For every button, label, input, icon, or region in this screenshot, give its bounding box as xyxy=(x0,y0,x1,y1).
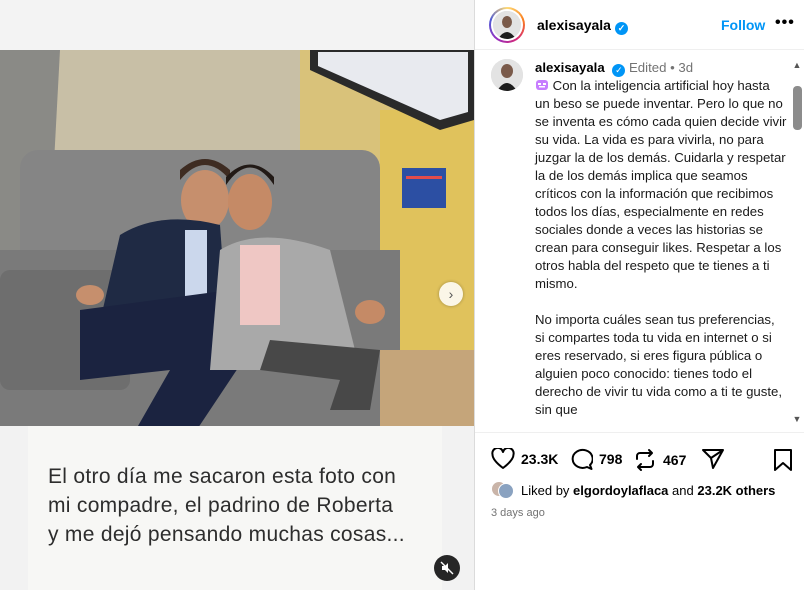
author-avatar[interactable] xyxy=(489,7,525,43)
post-header: alexisayala ✓ Follow ••• xyxy=(475,0,804,50)
caption-line: y me dejó pensando muchas cosas... xyxy=(48,523,405,546)
bookmark-icon xyxy=(774,449,792,471)
verified-badge-icon: ✓ xyxy=(614,22,628,35)
scrollbar-thumb[interactable] xyxy=(793,86,802,130)
liked-by-prefix: Liked by xyxy=(521,482,570,498)
liker-avatars[interactable] xyxy=(491,481,515,499)
repost-icon xyxy=(636,449,654,471)
like-button[interactable]: 23.3K xyxy=(491,448,558,470)
like-count: 23.3K xyxy=(521,451,559,467)
caption-paragraph-1: alexisayala ✓ Edited • 3d Con la intelig… xyxy=(535,59,787,293)
mute-button[interactable] xyxy=(434,555,460,581)
liked-by-user[interactable]: elgordoylaflaca xyxy=(573,483,668,498)
caption-comment: alexisayala ✓ Edited • 3d Con la intelig… xyxy=(535,59,787,419)
comment-age[interactable]: 3d xyxy=(678,60,693,75)
repost-count: 467 xyxy=(663,452,687,468)
post-photo[interactable] xyxy=(0,50,474,426)
media-pane: › El otro día me sacaron esta foto con m… xyxy=(0,0,474,590)
author-username[interactable]: alexisayala ✓ xyxy=(537,17,628,35)
comments-area: alexisayala ✓ Edited • 3d Con la intelig… xyxy=(475,51,804,432)
comments-scrollbar[interactable]: ▲ ▼ xyxy=(791,60,803,428)
comment-author-avatar[interactable] xyxy=(491,59,523,91)
more-options-icon[interactable]: ••• xyxy=(775,14,795,32)
meta-separator: • xyxy=(670,60,675,75)
liked-by-others[interactable]: 23.2K others xyxy=(697,483,775,498)
author-username-text: alexisayala xyxy=(537,17,611,33)
scroll-up-arrow-icon[interactable]: ▲ xyxy=(791,60,803,70)
save-button[interactable] xyxy=(773,449,793,476)
caption-paragraph-2: No importa cuáles sean tus preferencias,… xyxy=(535,312,783,417)
speaker-muted-icon xyxy=(440,561,454,575)
post-actions: 23.3K 798 467 Liked by elgordoylaflaca a… xyxy=(475,432,804,590)
share-button[interactable] xyxy=(701,448,725,470)
edited-label: Edited xyxy=(629,60,667,75)
avatar-photo xyxy=(491,59,523,91)
liked-by-row: Liked by elgordoylaflaca and 23.2K other… xyxy=(491,481,775,499)
post-side-panel: alexisayala ✓ Follow ••• alexisayala ✓ Ed… xyxy=(474,0,804,590)
caption-line: El otro día me sacaron esta foto con xyxy=(48,465,397,488)
caption-paragraph-1-text: Con la inteligencia artificial hoy hasta… xyxy=(535,78,787,291)
caption-line: mi compadre, el padrino de Roberta xyxy=(48,494,394,517)
verified-badge-icon: ✓ xyxy=(612,64,626,77)
mask-emoji-icon xyxy=(536,80,548,90)
repost-button[interactable]: 467 xyxy=(633,448,686,472)
comment-button[interactable]: 798 xyxy=(569,448,622,470)
follow-button[interactable]: Follow xyxy=(721,17,765,33)
comment-username[interactable]: alexisayala xyxy=(535,60,605,75)
post-timestamp[interactable]: 3 days ago xyxy=(491,507,545,519)
share-send-icon xyxy=(702,449,724,469)
caption-overlay-text: El otro día me sacaron esta foto con mi … xyxy=(48,462,438,549)
comment-bubble-icon xyxy=(571,448,593,470)
photo-illustration xyxy=(0,50,474,426)
media-top-band xyxy=(0,0,474,50)
carousel-next-button[interactable]: › xyxy=(439,282,463,306)
avatar-photo xyxy=(493,11,521,39)
heart-icon xyxy=(491,448,515,469)
scroll-down-arrow-icon[interactable]: ▼ xyxy=(791,414,803,424)
chevron-right-icon: › xyxy=(448,286,454,302)
liked-by-and: and xyxy=(672,482,694,498)
comment-count: 798 xyxy=(599,451,623,467)
